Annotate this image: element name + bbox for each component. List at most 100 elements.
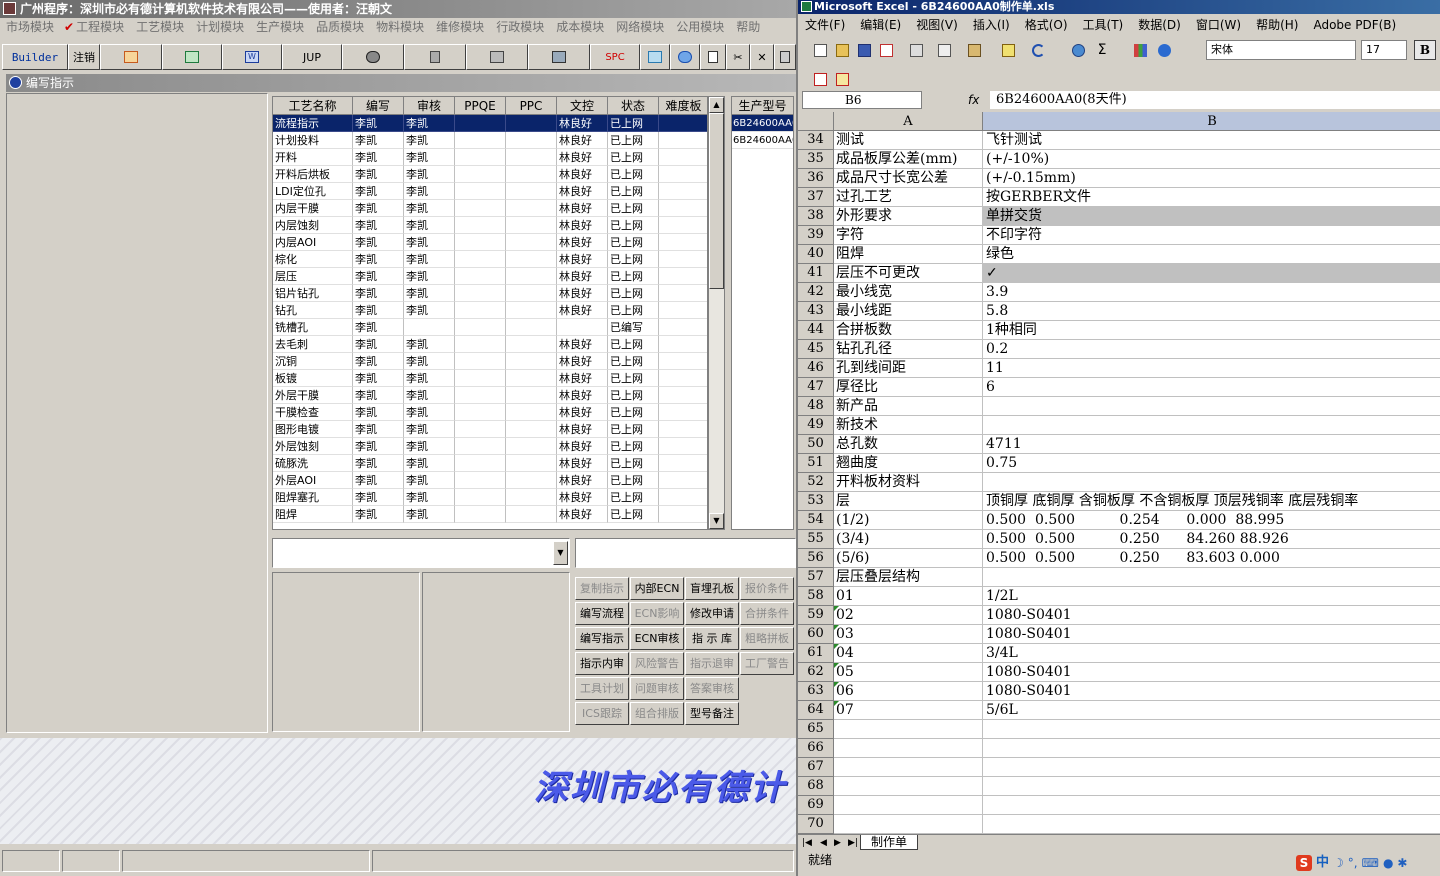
format-painter-button[interactable] [998, 40, 1018, 60]
cell-a[interactable]: 新技术 [834, 416, 983, 435]
ime-toolbar[interactable]: S 中 ☽ °, ⌨ ● ✱ [1292, 853, 1440, 873]
action-button[interactable]: 指 示 库 [685, 627, 739, 650]
excel-menu-item[interactable]: 帮助(H) [1249, 15, 1306, 35]
prev-sheet-icon[interactable]: ◀ [820, 836, 827, 850]
cell-a[interactable]: (5/6) [834, 549, 983, 568]
cell-b[interactable]: 1080-S0401 [983, 682, 1440, 701]
row-header[interactable]: 67 [798, 758, 834, 777]
model-grid-header[interactable]: 生产型号 [732, 97, 793, 115]
cell-b[interactable]: 单拼交货 [983, 207, 1440, 226]
action-button[interactable]: 组合排版 [630, 702, 684, 725]
table-row[interactable]: 去毛刺 李凯 李凯 林良好 已上网 [273, 336, 707, 353]
browser-tool-button[interactable] [670, 44, 700, 70]
table-row[interactable]: 沉铜 李凯 李凯 林良好 已上网 [273, 353, 707, 370]
action-button[interactable]: 指示退审 [685, 652, 739, 675]
action-button[interactable]: 修改申请 [685, 602, 739, 625]
formula-bar[interactable]: 6B24600AA0(8天件) [990, 91, 1440, 109]
sheet-tab[interactable]: 制作单 [860, 835, 919, 850]
action-button[interactable]: ICS跟踪 [575, 702, 629, 725]
action-button[interactable]: 工具计划 [575, 677, 629, 700]
cell-a[interactable]: 新产品 [834, 397, 983, 416]
cell-a[interactable]: 06 [834, 682, 983, 701]
view-tool-button[interactable] [342, 44, 404, 70]
table-row[interactable]: 层压 李凯 李凯 林良好 已上网 [273, 268, 707, 285]
cell-a[interactable]: 04 [834, 644, 983, 663]
model-row[interactable]: 6B24600AA0 [732, 115, 793, 132]
moon-icon[interactable]: ☽ [1333, 854, 1344, 872]
row-header[interactable]: 52 [798, 473, 834, 492]
table-row[interactable]: 阻焊塞孔 李凯 李凯 林良好 已上网 [273, 489, 707, 506]
cell-a[interactable]: 最小线距 [834, 302, 983, 321]
settings-icon[interactable]: ✱ [1397, 854, 1407, 872]
cell-b[interactable]: 不印字符 [983, 226, 1440, 245]
row-header[interactable]: 65 [798, 720, 834, 739]
grid-header[interactable]: PPC [506, 97, 557, 115]
cell-a[interactable]: 07 [834, 701, 983, 720]
table-row[interactable]: 内层AOI 李凯 李凯 林良好 已上网 [273, 234, 707, 251]
row-header[interactable]: 42 [798, 283, 834, 302]
cell-b[interactable]: 0.500 0.500 0.250 83.603 0.000 [983, 549, 1440, 568]
row-header[interactable]: 62 [798, 663, 834, 682]
row-header[interactable]: 51 [798, 454, 834, 473]
grid-header[interactable]: 审核 [404, 97, 455, 115]
spc-button[interactable]: SPC [590, 44, 640, 70]
cell-b[interactable]: 11 [983, 359, 1440, 378]
row-header[interactable]: 39 [798, 226, 834, 245]
refresh-tool-button[interactable] [640, 44, 670, 70]
table-row[interactable]: 钻孔 李凯 李凯 林良好 已上网 [273, 302, 707, 319]
action-button[interactable]: 指示内审 [575, 652, 629, 675]
left-menu-item[interactable]: 计划模块 [190, 18, 250, 36]
row-header[interactable]: 56 [798, 549, 834, 568]
punctuation-icon[interactable]: °, [1348, 854, 1358, 872]
cell-b[interactable] [983, 473, 1440, 492]
table-row[interactable]: 铝片钻孔 李凯 李凯 林良好 已上网 [273, 285, 707, 302]
row-header[interactable]: 34 [798, 131, 834, 150]
jup-button[interactable]: JUP [282, 44, 342, 70]
cell-b[interactable]: (+/-0.15mm) [983, 169, 1440, 188]
model-grid[interactable]: 生产型号 6B24600AA0 6B24600AA0 [731, 96, 794, 530]
cell-a[interactable]: 层压不可更改 [834, 264, 983, 283]
print-button[interactable] [906, 40, 926, 60]
row-header[interactable]: 45 [798, 340, 834, 359]
process-grid-scrollbar[interactable]: ▲ ▼ [708, 96, 725, 530]
cell-b[interactable]: 飞针测试 [983, 131, 1440, 150]
table-row[interactable]: 图形电镀 李凯 李凯 林良好 已上网 [273, 421, 707, 438]
cell-b[interactable]: 5.8 [983, 302, 1440, 321]
grid-header[interactable]: PPQE [455, 97, 506, 115]
row-header[interactable]: 64 [798, 701, 834, 720]
chevron-down-icon[interactable]: ▼ [553, 541, 568, 565]
row-header[interactable]: 41 [798, 264, 834, 283]
builder-button[interactable]: Builder [2, 44, 68, 70]
action-button[interactable]: 答案审核 [685, 677, 739, 700]
font-size-select[interactable]: 17 [1361, 40, 1407, 60]
row-header[interactable]: 55 [798, 530, 834, 549]
grid-header[interactable]: 编写 [353, 97, 404, 115]
grid-header[interactable]: 状态 [608, 97, 659, 115]
cell-a[interactable]: 合拼板数 [834, 321, 983, 340]
cell-a[interactable]: 03 [834, 625, 983, 644]
excel-menu-item[interactable]: 数据(D) [1131, 15, 1189, 35]
excel-menu-item[interactable]: 工具(T) [1076, 15, 1132, 35]
cell-a[interactable] [834, 777, 983, 796]
cell-b[interactable] [983, 739, 1440, 758]
cell-a[interactable]: 层 [834, 492, 983, 511]
undo-button[interactable] [1028, 40, 1048, 60]
cell-b[interactable]: 0.75 [983, 454, 1440, 473]
cell-b[interactable] [983, 777, 1440, 796]
cell-b[interactable] [983, 796, 1440, 815]
table-row[interactable]: 外层AOI 李凯 李凯 林良好 已上网 [273, 472, 707, 489]
cell-a[interactable]: 测试 [834, 131, 983, 150]
excel-menu-item[interactable]: 窗口(W) [1189, 15, 1249, 35]
left-menu-item[interactable]: 生产模块 [250, 18, 310, 36]
cell-b[interactable] [983, 720, 1440, 739]
action-button[interactable]: 复制指示 [575, 577, 629, 600]
table-row[interactable]: 棕化 李凯 李凯 林良好 已上网 [273, 251, 707, 268]
convert-pdf-button[interactable] [810, 69, 830, 89]
action-button[interactable]: 工厂警告 [740, 652, 794, 675]
row-header[interactable]: 66 [798, 739, 834, 758]
cell-b[interactable]: 5/6L [983, 701, 1440, 720]
process-combo[interactable]: ▼ [272, 538, 570, 568]
row-header[interactable]: 70 [798, 815, 834, 834]
cell-b[interactable] [983, 397, 1440, 416]
network-tool-button[interactable] [466, 44, 528, 70]
